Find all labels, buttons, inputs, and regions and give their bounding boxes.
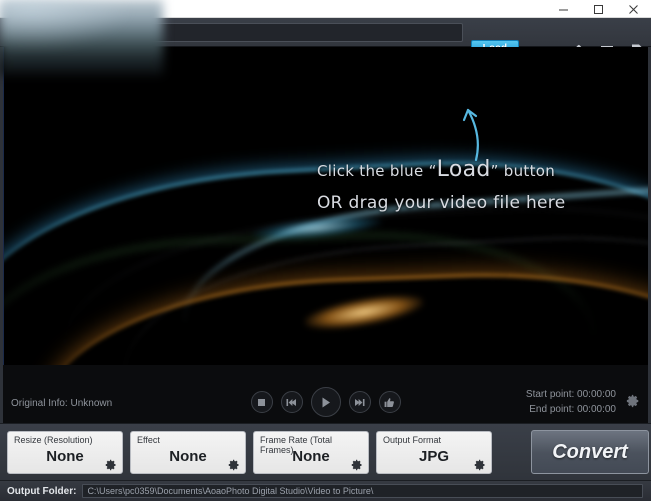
resize-resolution-card[interactable]: Resize (Resolution) None [7,431,123,474]
transport-controls [250,387,401,417]
application-window: d " button to add your video. Load [0,0,651,501]
frame-rate-gear-icon[interactable] [351,458,363,471]
maximize-icon [593,4,604,15]
hint-line1-emphasis: Load [436,157,491,182]
stop-button[interactable] [250,391,273,413]
snapshot-button[interactable] [378,391,401,413]
convert-button[interactable]: Convert [531,430,649,474]
output-format-label: Output Format [383,435,442,445]
maximize-button[interactable] [581,0,616,18]
previous-icon [286,398,297,407]
stop-icon [257,398,266,407]
next-frame-button[interactable] [348,391,371,413]
output-format-card[interactable]: Output Format JPG [376,431,492,474]
start-point-label: Start point: 00:00:00 [525,389,616,400]
frame-rate-card[interactable]: Frame Rate (Total Frames) None [253,431,369,474]
minimize-icon [558,4,569,15]
previous-frame-button[interactable] [280,391,303,413]
video-preview-area[interactable]: Click the blue “Load” button OR drag you… [3,47,648,365]
effect-label: Effect [137,435,160,445]
blurred-overlay-highlight [0,0,163,75]
effect-gear-icon[interactable] [228,458,240,471]
resize-gear-icon[interactable] [105,458,117,471]
original-info-label: Original Info: Unknown [11,398,113,409]
next-icon [354,398,365,407]
time-range-info: Start point: 00:00:00 End point: 00:00:0… [526,387,616,417]
output-format-gear-icon[interactable] [474,458,486,471]
preview-hint-line-2: OR drag your video file here [317,193,566,213]
hint-line1-suffix: ” button [490,162,556,180]
hint-line1-prefix: Click the blue “ [317,162,437,180]
preview-hint-line-1: Click the blue “Load” button [317,157,555,182]
play-icon [319,396,332,409]
effect-card[interactable]: Effect None [130,431,246,474]
player-control-bar: Original Info: Unknown Start point: 00:0… [3,365,648,423]
resize-label: Resize (Resolution) [14,435,93,445]
minimize-button[interactable] [546,0,581,18]
window-controls [546,0,651,18]
close-icon [628,4,639,15]
output-folder-label: Output Folder: [7,485,77,497]
time-settings-gear-icon[interactable] [626,394,640,408]
close-button[interactable] [616,0,651,18]
end-point-label: End point: 00:00:00 [529,404,616,415]
output-folder-path-field[interactable]: C:\Users\pc0359\Documents\AoaoPhoto Digi… [82,484,643,498]
play-button[interactable] [310,387,341,417]
output-folder-bar: Output Folder: C:\Users\pc0359\Documents… [0,480,651,501]
snapshot-icon [384,397,395,408]
